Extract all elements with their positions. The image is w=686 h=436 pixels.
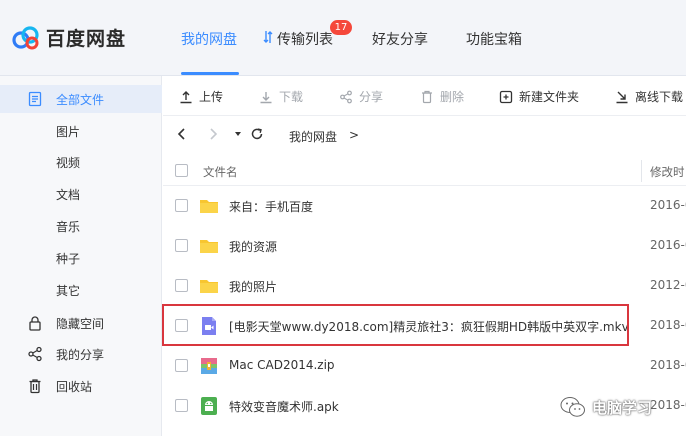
download-icon <box>260 91 272 103</box>
cloud-logo-icon <box>12 25 39 49</box>
new-folder-icon <box>499 90 513 103</box>
tab-toolbox[interactable]: 功能宝箱 <box>466 29 522 49</box>
sidebar-item-label: 文档 <box>56 187 81 202</box>
file-date: 2016-0 <box>650 198 686 212</box>
sidebar-item-label: 回收站 <box>56 379 93 394</box>
file-date: 2018-0 <box>650 358 686 372</box>
folder-icon <box>200 240 218 253</box>
file-toolbar: 上传 下载 分享 删除 新建文件夹 离线下载 <box>163 76 686 116</box>
sidebar-item-recycle-bin[interactable]: 回收站 <box>0 372 162 400</box>
table-row[interactable]: Mac CAD2014.zip 2018-0 <box>163 346 686 386</box>
offline-download-label: 离线下载 <box>635 90 684 104</box>
folder-icon <box>200 280 218 293</box>
share-label: 分享 <box>359 90 384 104</box>
column-header-modified[interactable]: 修改时 <box>650 164 685 180</box>
file-date: 2016-0 <box>650 238 686 252</box>
file-date: 2012-0 <box>650 278 686 292</box>
watermark: 电脑学习 <box>560 396 652 418</box>
trash-icon <box>29 379 41 394</box>
file-name[interactable]: 来自：手机百度 <box>229 198 313 215</box>
sidebar-item-videos[interactable]: 视频 <box>0 148 162 176</box>
transfer-count-badge: 17 <box>330 20 352 35</box>
breadcrumb: 我的网盘 > <box>163 118 686 152</box>
tab-transfer-list[interactable]: 传输列表 <box>277 29 333 49</box>
row-checkbox[interactable] <box>175 359 188 372</box>
dropdown-caret-icon[interactable] <box>231 127 245 141</box>
select-all-checkbox[interactable] <box>175 164 188 177</box>
file-name[interactable]: 特效变音魔术师.apk <box>229 398 339 415</box>
sidebar-item-images[interactable]: 图片 <box>0 117 162 145</box>
sidebar: 全部文件 图片 视频 文档 音乐 种子 其它 隐藏空间 我的分享 回收站 <box>0 76 162 436</box>
file-date: 2018-0 <box>650 318 686 332</box>
row-checkbox[interactable] <box>175 399 188 412</box>
sidebar-item-all-files[interactable]: 全部文件 <box>0 85 162 113</box>
zip-file-icon <box>201 358 217 374</box>
upload-label: 上传 <box>199 90 224 104</box>
tab-my-disk[interactable]: 我的网盘 <box>181 29 237 49</box>
forward-arrow-icon[interactable] <box>206 127 220 141</box>
sidebar-item-label: 全部文件 <box>56 92 105 107</box>
lock-icon <box>29 316 41 331</box>
row-checkbox[interactable] <box>175 239 188 252</box>
delete-label: 删除 <box>440 90 465 104</box>
sidebar-item-documents[interactable]: 文档 <box>0 180 162 208</box>
download-label: 下载 <box>279 90 304 104</box>
table-row[interactable]: 来自：手机百度 2016-0 <box>163 186 686 226</box>
sidebar-item-torrents[interactable]: 种子 <box>0 244 162 272</box>
column-header-name[interactable]: 文件名 <box>203 164 238 180</box>
logo[interactable]: 百度网盘 <box>12 24 126 51</box>
offline-download-button[interactable]: 离线下载 <box>615 88 683 105</box>
table-row[interactable]: 我的资源 2016-0 <box>163 226 686 266</box>
wechat-icon <box>560 397 585 417</box>
row-checkbox[interactable] <box>175 279 188 292</box>
sidebar-item-my-shares[interactable]: 我的分享 <box>0 340 162 368</box>
new-folder-button[interactable]: 新建文件夹 <box>499 88 579 105</box>
android-app-icon <box>201 397 217 415</box>
file-date: 2018-0 <box>650 398 686 412</box>
watermark-text: 电脑学习 <box>592 398 653 417</box>
row-checkbox[interactable] <box>175 199 188 212</box>
active-tab-indicator <box>181 72 239 75</box>
sidebar-item-label: 种子 <box>56 251 81 266</box>
upload-button[interactable]: 上传 <box>179 88 223 105</box>
sidebar-item-label: 我的分享 <box>56 347 105 362</box>
highlight-box <box>162 304 629 346</box>
column-divider[interactable] <box>641 160 642 182</box>
new-folder-label: 新建文件夹 <box>519 90 580 104</box>
top-bar: 百度网盘 我的网盘 传输列表 17 好友分享 功能宝箱 <box>0 0 686 76</box>
share-icon <box>28 346 42 362</box>
delete-button[interactable]: 删除 <box>420 88 464 105</box>
upload-icon <box>180 90 192 103</box>
offline-download-icon <box>616 91 628 103</box>
document-icon <box>28 91 42 107</box>
download-button[interactable]: 下载 <box>259 88 303 105</box>
sidebar-item-hidden-space[interactable]: 隐藏空间 <box>0 309 162 337</box>
refresh-icon[interactable] <box>250 127 264 141</box>
share-button[interactable]: 分享 <box>339 88 383 105</box>
transfer-arrows-icon <box>263 31 273 43</box>
breadcrumb-separator: > <box>349 128 360 142</box>
sidebar-item-label: 隐藏空间 <box>56 316 105 331</box>
table-row[interactable]: 我的照片 2012-0 <box>163 266 686 306</box>
trash-icon <box>422 90 432 103</box>
folder-icon <box>200 200 218 213</box>
file-table-header: 文件名 修改时 <box>163 156 686 186</box>
back-arrow-icon[interactable] <box>175 127 189 141</box>
sidebar-item-label: 视频 <box>56 155 81 170</box>
file-name[interactable]: 我的照片 <box>229 278 277 295</box>
share-icon <box>340 90 352 103</box>
sidebar-item-label: 音乐 <box>56 219 81 234</box>
sidebar-item-music[interactable]: 音乐 <box>0 212 162 240</box>
tab-friend-share[interactable]: 好友分享 <box>372 29 428 49</box>
sidebar-item-label: 其它 <box>56 283 81 298</box>
breadcrumb-current[interactable]: 我的网盘 <box>289 128 337 145</box>
sidebar-item-label: 图片 <box>56 124 81 139</box>
sidebar-item-other[interactable]: 其它 <box>0 276 162 304</box>
file-name[interactable]: Mac CAD2014.zip <box>229 358 335 372</box>
logo-text: 百度网盘 <box>46 28 127 50</box>
file-name[interactable]: 我的资源 <box>229 238 277 255</box>
